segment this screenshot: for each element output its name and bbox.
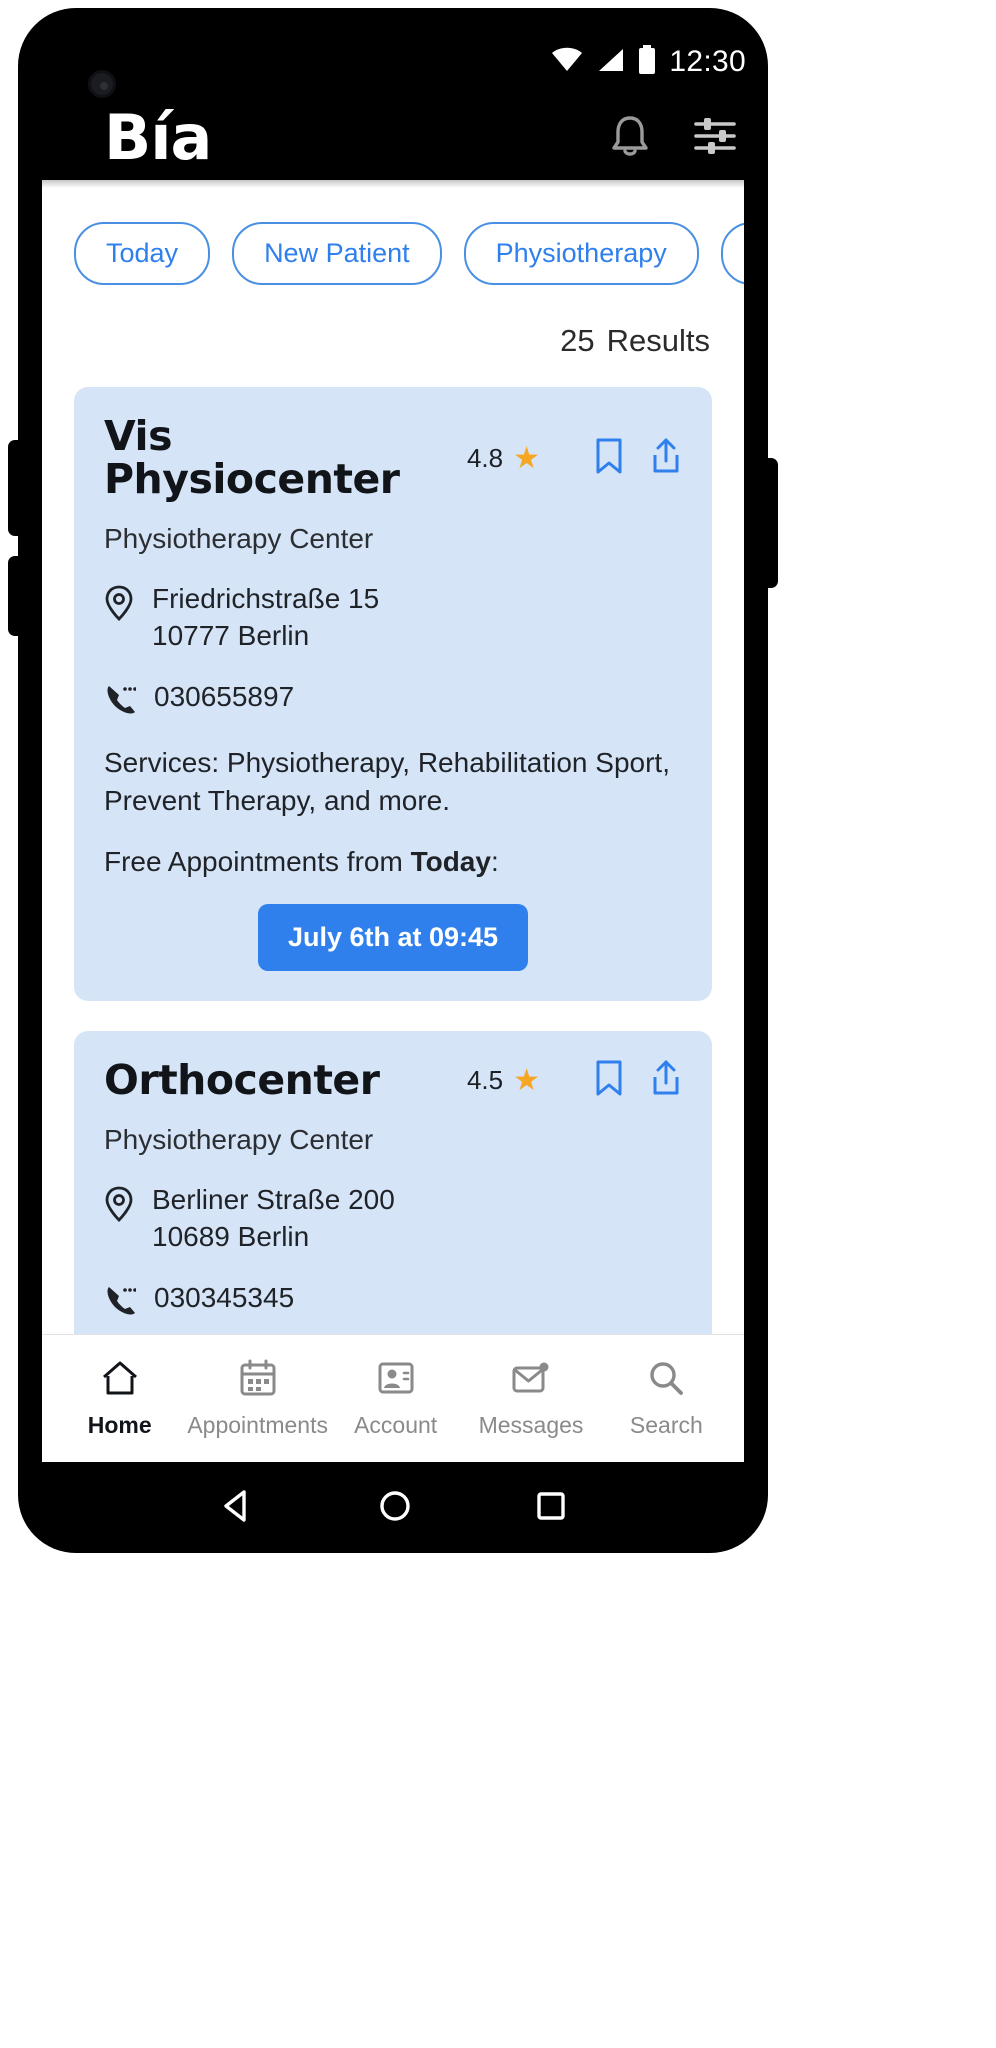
clinic-card[interactable]: Vis Physiocenter 4.8 ★ Physiotherapy Cen…	[74, 387, 712, 1001]
volume-button[interactable]	[8, 440, 22, 536]
clinic-services: Services: Physiotherapy, Rehabilitation …	[104, 747, 670, 816]
filter-sliders-icon[interactable]	[692, 116, 738, 161]
clinic-phone-row[interactable]: 030655897	[104, 679, 682, 720]
android-recents-square-icon[interactable]	[535, 1490, 567, 1527]
calendar-icon	[239, 1359, 277, 1402]
phone-ringing-icon	[104, 679, 137, 720]
address-line-2: 10689 Berlin	[152, 1220, 310, 1252]
results-summary: 25 Results	[42, 285, 744, 359]
star-icon: ★	[513, 441, 540, 475]
home-icon	[100, 1359, 140, 1402]
bell-icon[interactable]	[610, 114, 650, 163]
location-pin-icon	[104, 1182, 134, 1227]
nav-item-messages[interactable]: Messages	[463, 1359, 598, 1439]
nav-label-appointments: Appointments	[187, 1411, 328, 1438]
filter-chip-row[interactable]: Today New Patient Physiotherapy	[42, 180, 744, 285]
clinic-free-appointments-label: Free Appointments from Today:	[104, 846, 682, 878]
battery-icon	[637, 44, 657, 80]
nav-item-home[interactable]: Home	[52, 1359, 187, 1439]
clinic-rating: 4.5	[466, 1064, 504, 1095]
android-home-circle-icon[interactable]	[378, 1489, 412, 1528]
android-system-bar	[18, 1463, 768, 1553]
bookmark-icon[interactable]	[594, 437, 624, 480]
screen-top-shadow	[42, 180, 744, 188]
android-back-triangle-icon[interactable]	[219, 1488, 255, 1529]
bottom-navigation: Home Appointments Account Messages Searc…	[42, 1334, 744, 1462]
clinic-card-header: Vis Physiocenter 4.8 ★	[104, 412, 682, 504]
power-button[interactable]	[8, 556, 22, 636]
clinic-phone-row[interactable]: 030345345	[104, 1280, 682, 1321]
clinic-rating: 4.8	[466, 442, 504, 473]
star-icon: ★	[513, 1063, 540, 1097]
bookmark-icon[interactable]	[594, 1059, 624, 1102]
results-label: Results	[606, 323, 710, 358]
phone-ringing-icon	[104, 1280, 137, 1321]
clinic-subtitle: Physiotherapy Center	[104, 523, 374, 555]
clinic-phone[interactable]: 030345345	[154, 1280, 294, 1317]
share-icon[interactable]	[650, 437, 682, 480]
app-screen: Today New Patient Physiotherapy 25 Resul…	[42, 180, 744, 1462]
cellular-signal-icon	[595, 47, 625, 78]
appointment-button-wrap: July 6th at 09:45	[104, 903, 682, 971]
free-prefix: Free Appointments from	[104, 845, 411, 877]
clinic-address: Friedrichstraße 15 10777 Berlin	[152, 581, 379, 655]
filter-chip-today[interactable]: Today	[74, 222, 211, 285]
clinic-address-row: Friedrichstraße 15 10777 Berlin	[104, 581, 682, 655]
nav-label-account: Account	[354, 1411, 438, 1438]
address-line-2: 10777 Berlin	[152, 620, 310, 652]
free-suffix: :	[490, 845, 499, 877]
clinic-name: Orthocenter	[104, 1055, 380, 1104]
status-clock: 12:30	[669, 45, 746, 78]
clinic-phone[interactable]: 030655897	[154, 679, 294, 716]
filter-chip-physiotherapy[interactable]: Physiotherapy	[463, 222, 699, 285]
mail-badge-icon	[511, 1359, 551, 1402]
clinic-name: Vis Physiocenter	[104, 412, 400, 504]
results-count: 25	[560, 323, 595, 358]
clinic-card-header: Orthocenter 4.5 ★	[104, 1055, 682, 1104]
nav-item-search[interactable]: Search	[599, 1359, 734, 1439]
results-list: Vis Physiocenter 4.8 ★ Physiotherapy Cen…	[42, 359, 744, 1375]
side-button-right[interactable]	[764, 458, 778, 588]
appointment-slot-button[interactable]: July 6th at 09:45	[257, 903, 529, 971]
nav-label-search: Search	[629, 1411, 703, 1438]
nav-label-messages: Messages	[478, 1411, 584, 1438]
location-pin-icon	[104, 581, 134, 626]
search-icon	[647, 1359, 685, 1402]
account-card-icon	[377, 1359, 415, 1402]
status-bar: 12:30	[18, 42, 768, 82]
address-line-1: Berliner Straße 200	[152, 1183, 395, 1215]
wifi-icon	[551, 47, 583, 78]
nav-label-home: Home	[87, 1411, 152, 1438]
app-header: Bía	[18, 90, 768, 186]
filter-chip-partial[interactable]	[720, 222, 744, 285]
phone-frame: 12:30 Bía Today New Patient Physiotherap…	[8, 8, 778, 1553]
address-line-1: Friedrichstraße 15	[152, 583, 380, 615]
header-actions	[610, 114, 738, 163]
nav-item-appointments[interactable]: Appointments	[187, 1359, 328, 1439]
nav-item-account[interactable]: Account	[328, 1359, 463, 1439]
free-day: Today	[410, 845, 491, 877]
clinic-card[interactable]: Orthocenter 4.5 ★ Physiotherapy Center B…	[74, 1030, 712, 1375]
share-icon[interactable]	[650, 1059, 682, 1102]
clinic-address-row: Berliner Straße 200 10689 Berlin	[104, 1182, 682, 1256]
clinic-subtitle: Physiotherapy Center	[104, 1123, 374, 1155]
clinic-address: Berliner Straße 200 10689 Berlin	[152, 1182, 395, 1256]
app-logo: Bía	[104, 101, 212, 174]
filter-chip-new-patient[interactable]: New Patient	[232, 222, 442, 285]
